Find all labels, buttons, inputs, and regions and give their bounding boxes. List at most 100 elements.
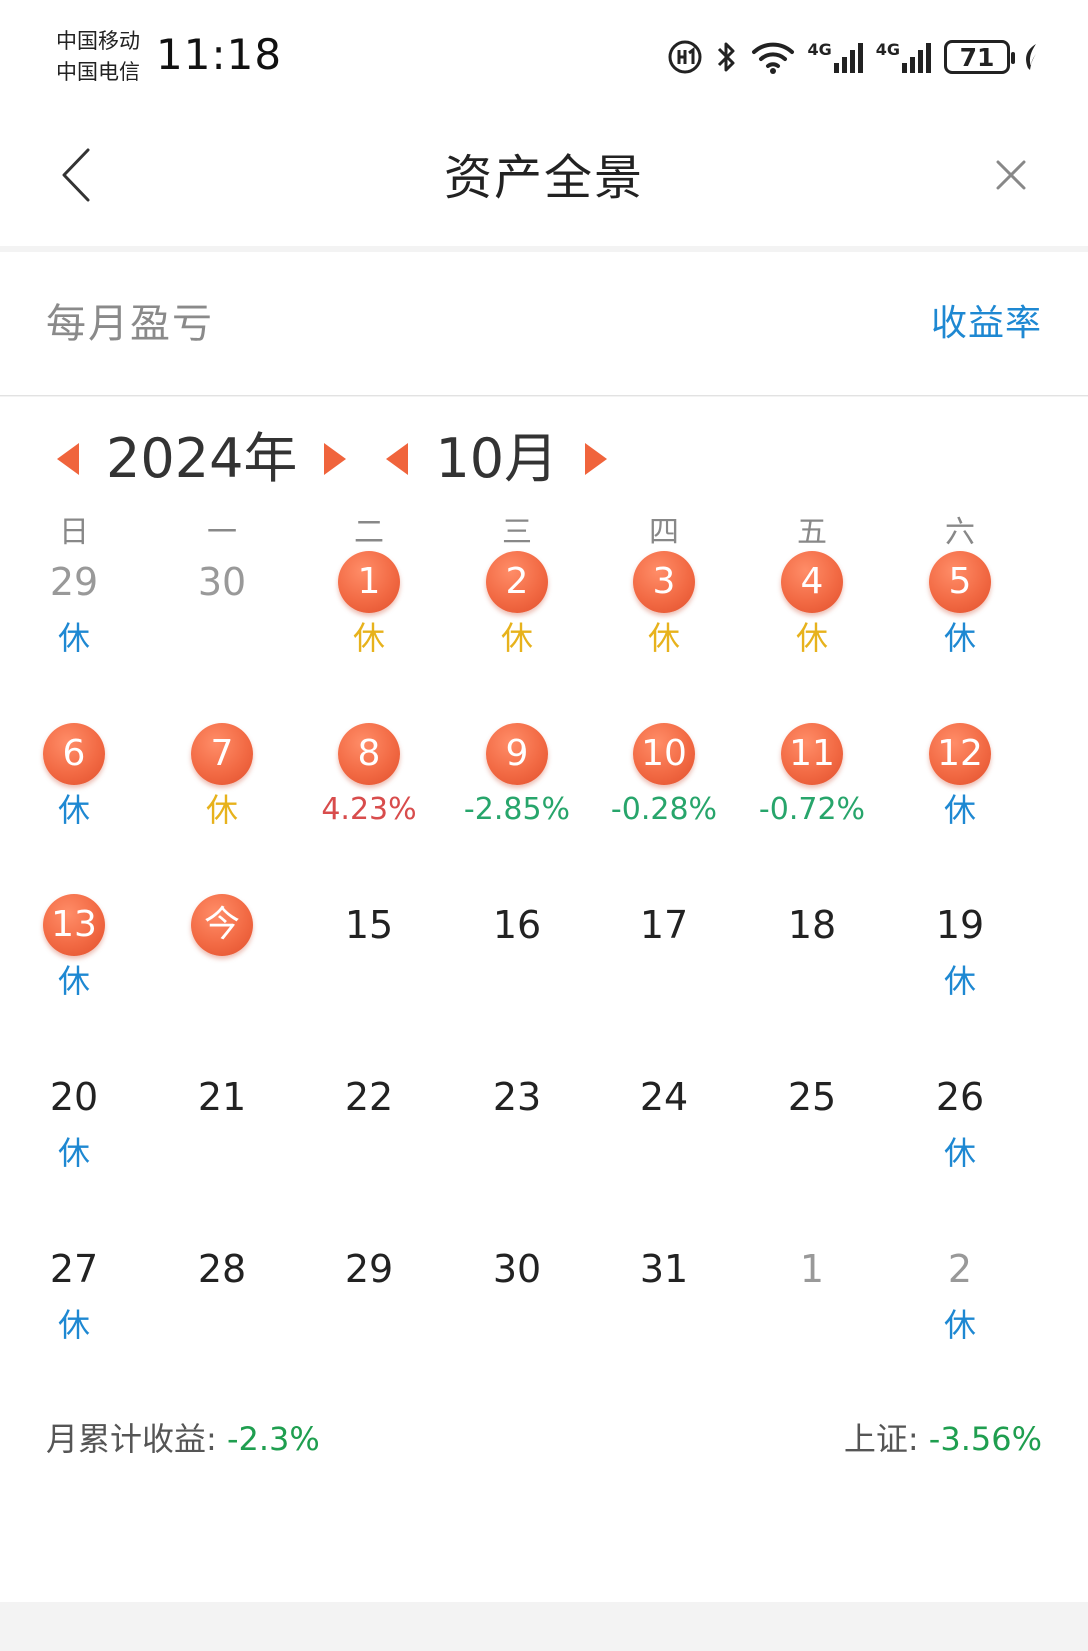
- calendar-day-cell[interactable]: 30: [440, 1237, 595, 1417]
- daily-return: -0.72%: [758, 792, 866, 827]
- weekday-label: 三: [502, 515, 532, 550]
- calendar-day-cell[interactable]: 16: [440, 893, 595, 1073]
- calendar-day-cell[interactable]: 20 休: [0, 1065, 152, 1245]
- day-number: 21: [197, 1075, 247, 1119]
- day-number-wrap: 19: [883, 893, 1038, 957]
- calendar-day-cell[interactable]: 3休: [587, 550, 742, 730]
- day-number-wrap: 5: [883, 550, 1038, 614]
- holiday-mark: 休: [57, 962, 90, 1000]
- rate-toggle-link[interactable]: 收益率: [931, 298, 1042, 350]
- day-number: 25: [787, 1075, 837, 1119]
- calendar-day-cell[interactable]: 今: [145, 893, 300, 1073]
- day-number-badge: 今: [191, 894, 253, 956]
- carrier-1: 中国移动: [56, 29, 140, 53]
- signal-2-label: 4G: [875, 39, 900, 59]
- day-number-wrap: 8: [292, 722, 447, 786]
- monthly-return: 月累计收益: -2.3%: [46, 1417, 320, 1461]
- calendar-day-cell[interactable]: 15: [292, 893, 447, 1073]
- month-label[interactable]: 10月: [413, 427, 580, 491]
- hd-voice-icon: [667, 39, 703, 75]
- day-number-wrap: 今: [145, 893, 300, 957]
- calendar-day-cell[interactable]: 25: [735, 1065, 890, 1245]
- holiday-mark: 休: [352, 619, 385, 657]
- calendar-day-cell[interactable]: 8 4.23%: [292, 722, 447, 902]
- calendar-day-cell[interactable]: 12 休: [883, 722, 1038, 902]
- day-number: 29: [344, 1247, 394, 1291]
- holiday-mark: 休: [795, 619, 828, 657]
- day-number: 20: [49, 1075, 99, 1119]
- day-number-wrap: 17: [587, 893, 742, 957]
- year-label[interactable]: 2024年: [84, 427, 319, 491]
- calendar-day-cell[interactable]: 28: [145, 1237, 300, 1417]
- day-number: 29: [49, 560, 99, 604]
- day-number-wrap: 12: [883, 722, 1038, 786]
- calendar-day-cell[interactable]: 4休: [735, 550, 890, 730]
- day-number: 24: [639, 1075, 689, 1119]
- calendar-day-cell[interactable]: 29 休: [0, 550, 152, 730]
- day-number: 17: [639, 903, 689, 947]
- calendar-day-cell[interactable]: 1休: [292, 550, 447, 730]
- day-number-wrap: 28: [145, 1237, 300, 1301]
- triangle-right-icon: [585, 443, 608, 475]
- prev-year-button[interactable]: [52, 439, 84, 479]
- close-button[interactable]: [992, 156, 1030, 194]
- calendar-day-cell[interactable]: 11 -0.72%: [735, 722, 890, 902]
- day-number-wrap: 16: [440, 893, 595, 957]
- calendar-day-cell[interactable]: 19 休: [883, 893, 1038, 1073]
- day-number-wrap: 29: [0, 550, 152, 614]
- index-return: 上证: -3.56%: [844, 1417, 1042, 1461]
- day-number-wrap: 4: [735, 550, 890, 614]
- day-number-badge: 2: [486, 551, 548, 613]
- close-icon: [996, 160, 1026, 190]
- calendar-day-cell[interactable]: 23: [440, 1065, 595, 1245]
- bottom-strip: [0, 1602, 1088, 1651]
- calendar-day-cell[interactable]: 26 休: [883, 1065, 1038, 1245]
- prev-month-button[interactable]: [381, 439, 413, 479]
- next-year-button[interactable]: [319, 439, 351, 479]
- next-month-button[interactable]: [580, 439, 612, 479]
- status-clock: 11:18: [156, 30, 283, 79]
- holiday-mark: 休: [943, 1134, 976, 1172]
- calendar-day-cell[interactable]: 7休: [145, 722, 300, 902]
- calendar-day-cell[interactable]: 6休: [0, 722, 152, 902]
- calendar-day-cell[interactable]: 17: [587, 893, 742, 1073]
- day-number-wrap: 13: [0, 893, 152, 957]
- calendar-day-cell[interactable]: 2休: [883, 1237, 1038, 1417]
- calendar-day-cell[interactable]: 13 休: [0, 893, 152, 1073]
- calendar-day-cell[interactable]: 30: [145, 550, 300, 730]
- calendar-day-cell[interactable]: 22: [292, 1065, 447, 1245]
- day-number-wrap: 26: [883, 1065, 1038, 1129]
- day-number-badge: 3: [633, 551, 695, 613]
- bluetooth-icon: [715, 39, 739, 75]
- calendar-day-cell[interactable]: 9 -2.85%: [440, 722, 595, 902]
- holiday-mark: 休: [57, 1134, 90, 1172]
- calendar-day-cell[interactable]: 21: [145, 1065, 300, 1245]
- day-number-wrap: 21: [145, 1065, 300, 1129]
- calendar-day-cell[interactable]: 5休: [883, 550, 1038, 730]
- day-number-wrap: 27: [0, 1237, 152, 1301]
- day-number-wrap: 2: [440, 550, 595, 614]
- calendar-day-cell[interactable]: 1: [735, 1237, 890, 1417]
- calendar-day-cell[interactable]: 2休: [440, 550, 595, 730]
- calendar-day-cell[interactable]: 27 休: [0, 1237, 152, 1417]
- day-number: 16: [492, 903, 542, 947]
- day-number-wrap: 20: [0, 1065, 152, 1129]
- holiday-mark: 休: [500, 619, 533, 657]
- holiday-mark: 休: [57, 619, 90, 657]
- calendar-day-cell[interactable]: 10 -0.28%: [587, 722, 742, 902]
- index-return-label: 上证:: [843, 1420, 919, 1458]
- day-number: 22: [344, 1075, 394, 1119]
- day-number-wrap: 11: [735, 722, 890, 786]
- weekday-label: 日: [59, 515, 89, 550]
- weekday-label: 一: [207, 515, 237, 550]
- day-number: 1: [799, 1247, 825, 1291]
- day-number-wrap: 30: [145, 550, 300, 614]
- section-title: 每月盈亏: [46, 301, 214, 347]
- calendar-day-cell[interactable]: 18: [735, 893, 890, 1073]
- carrier-names: 中国移动 中国电信: [56, 26, 140, 88]
- calendar-day-cell[interactable]: 24: [587, 1065, 742, 1245]
- pnl-calendar: 2024年 10月 日一二三四五六 29 休 30 1 休 2 休 3 休 4 休 5 休 6 休 7 休 8 4.…: [0, 397, 1088, 1602]
- holiday-mark: 休: [205, 791, 238, 829]
- calendar-day-cell[interactable]: 31: [587, 1237, 742, 1417]
- calendar-day-cell[interactable]: 29: [292, 1237, 447, 1417]
